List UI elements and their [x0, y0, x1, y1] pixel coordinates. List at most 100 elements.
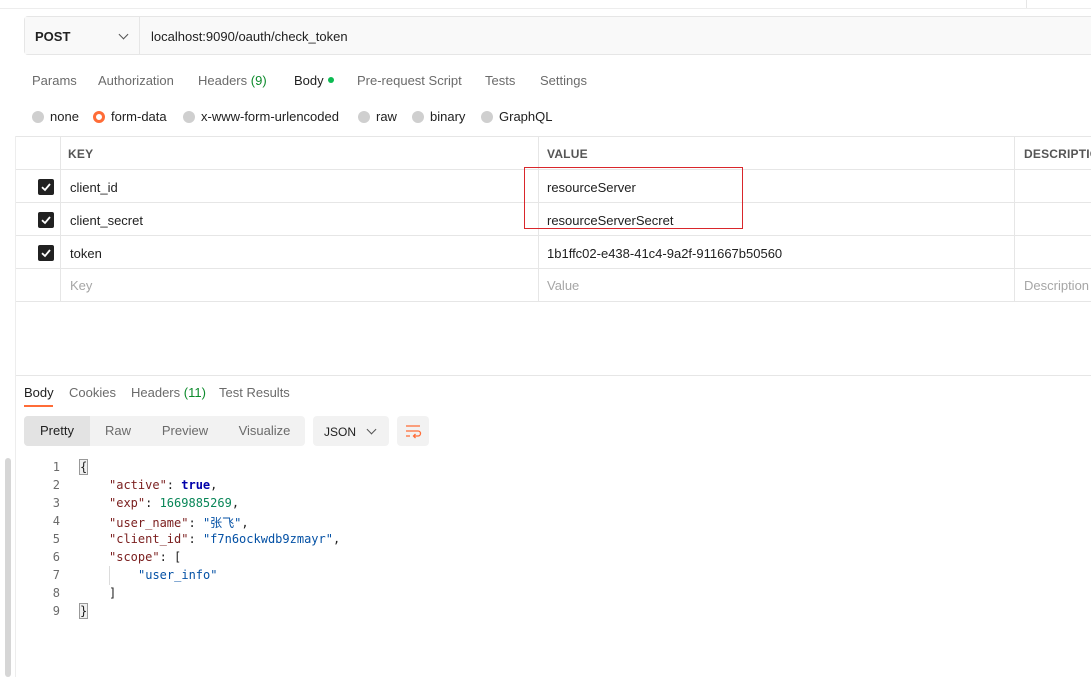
scrollbar[interactable]	[5, 458, 11, 677]
checkmark-icon	[41, 183, 51, 192]
tab-label: Params	[32, 73, 77, 88]
active-tab-underline	[24, 405, 53, 407]
radio-raw[interactable]: raw	[358, 109, 397, 124]
line-number: 7	[52, 568, 60, 582]
radio-circle	[183, 110, 195, 123]
json-value: "张飞"	[202, 516, 242, 530]
response-tab-body[interactable]: Body	[24, 385, 54, 400]
comma: ,	[210, 478, 218, 492]
param-key[interactable]: client_secret	[70, 213, 143, 228]
tab-label: Body	[294, 73, 324, 88]
close-brace: }	[78, 603, 89, 619]
new-value-input[interactable]: Value	[547, 278, 579, 293]
headers-count: (9)	[250, 73, 267, 88]
checkmark-icon	[41, 216, 51, 225]
code-line: ]	[109, 586, 117, 600]
tab-authorization[interactable]: Authorization	[98, 73, 174, 88]
radio-form-data[interactable]: form-data	[93, 109, 167, 124]
column-header-value: VALUE	[547, 147, 588, 161]
tab-headers[interactable]: Headers (9)	[198, 73, 267, 88]
comma: ,	[231, 496, 240, 510]
tab-params[interactable]: Params	[32, 73, 77, 88]
tab-label: Body	[24, 385, 54, 400]
param-key[interactable]: client_id	[70, 180, 118, 195]
chevron-down-icon	[118, 29, 129, 40]
tab-tests[interactable]: Tests	[485, 73, 515, 88]
tab-settings[interactable]: Settings	[540, 73, 587, 88]
line-number: 3	[52, 496, 60, 510]
radio-label: raw	[376, 109, 397, 124]
json-value: "f7n6ockwdb9zmayr"	[202, 532, 333, 546]
indent-guide	[109, 566, 110, 585]
radio-label: GraphQL	[499, 109, 553, 124]
radio-label: binary	[430, 109, 466, 124]
radio-circle	[481, 110, 493, 123]
wrap-lines-button[interactable]	[397, 416, 429, 446]
method-selector[interactable]: POST	[25, 17, 140, 54]
request-url-bar: POST localhost:9090/oauth/check_token	[24, 16, 1091, 55]
response-tab-cookies[interactable]: Cookies	[69, 385, 116, 400]
wrap-lines-icon	[406, 425, 422, 439]
view-raw-button[interactable]: Raw	[90, 416, 146, 446]
radio-label: form-data	[111, 109, 167, 124]
radio-circle-selected	[93, 110, 105, 123]
view-visualize-button[interactable]: Visualize	[224, 416, 305, 446]
form-data-table: KEY VALUE DESCRIPTIO client_id resourceS…	[16, 136, 1091, 303]
row-checkbox[interactable]	[38, 179, 54, 195]
json-key: "user_name"	[109, 516, 189, 530]
response-tab-test-results[interactable]: Test Results	[219, 385, 290, 400]
radio-binary[interactable]: binary	[412, 109, 465, 124]
response-divider[interactable]	[16, 375, 1091, 376]
new-description-input[interactable]: Description	[1024, 278, 1089, 293]
json-key: "client_id"	[109, 532, 189, 546]
row-checkbox[interactable]	[38, 245, 54, 261]
view-pretty-button[interactable]: Pretty	[24, 416, 90, 446]
tab-pre-request-script[interactable]: Pre-request Script	[357, 73, 462, 88]
json-value: "user_info"	[138, 568, 218, 582]
tab-label: Test Results	[219, 385, 290, 400]
line-number: 4	[52, 514, 60, 528]
json-key: "scope"	[109, 550, 160, 564]
radio-circle	[412, 110, 424, 123]
url-input[interactable]: localhost:9090/oauth/check_token	[151, 29, 348, 44]
open-bracket: [	[174, 550, 182, 564]
json-key: "exp"	[109, 496, 146, 510]
json-value: 1669885269	[159, 496, 232, 510]
radio-circle	[358, 110, 370, 123]
tab-body[interactable]: Body	[294, 73, 334, 88]
headers-count: (11)	[183, 385, 206, 400]
tab-label: Cookies	[69, 385, 116, 400]
line-number: 9	[52, 604, 60, 618]
line-number: 6	[52, 550, 60, 564]
json-key: "active"	[109, 478, 167, 492]
tab-label: Headers	[131, 385, 181, 400]
open-brace: {	[78, 459, 89, 475]
code-line: "user_info"	[138, 568, 217, 582]
line-number: 1	[52, 460, 60, 474]
top-strip	[0, 0, 1091, 9]
radio-x-www-form-urlencoded[interactable]: x-www-form-urlencoded	[183, 109, 339, 124]
radio-none[interactable]: none	[32, 109, 79, 124]
param-key[interactable]: token	[70, 246, 102, 261]
row-checkbox[interactable]	[38, 212, 54, 228]
new-key-input[interactable]: Key	[70, 278, 92, 293]
radio-label: none	[50, 109, 79, 124]
code-line: "active": true,	[109, 478, 218, 492]
code-line: }	[78, 603, 89, 619]
radio-graphql[interactable]: GraphQL	[481, 109, 552, 124]
tab-label: Authorization	[98, 73, 174, 88]
param-value[interactable]: 1b1ffc02-e438-41c4-9a2f-911667b50560	[547, 246, 782, 261]
view-preview-button[interactable]: Preview	[146, 416, 224, 446]
radio-circle	[32, 110, 44, 123]
code-line: "client_id": "f7n6ockwdb9zmayr",	[109, 532, 341, 546]
body-indicator-dot	[327, 77, 334, 83]
code-line: "exp": 1669885269,	[109, 496, 240, 510]
tab-label: Tests	[485, 73, 516, 88]
panel-left-border	[15, 136, 16, 677]
code-line: "user_name": "张飞",	[109, 516, 249, 530]
comma: ,	[241, 516, 249, 530]
tab-label: Settings	[540, 73, 587, 88]
line-number: 8	[52, 586, 60, 600]
format-selector[interactable]: JSON	[313, 416, 389, 446]
response-tab-headers[interactable]: Headers (11)	[131, 385, 206, 400]
